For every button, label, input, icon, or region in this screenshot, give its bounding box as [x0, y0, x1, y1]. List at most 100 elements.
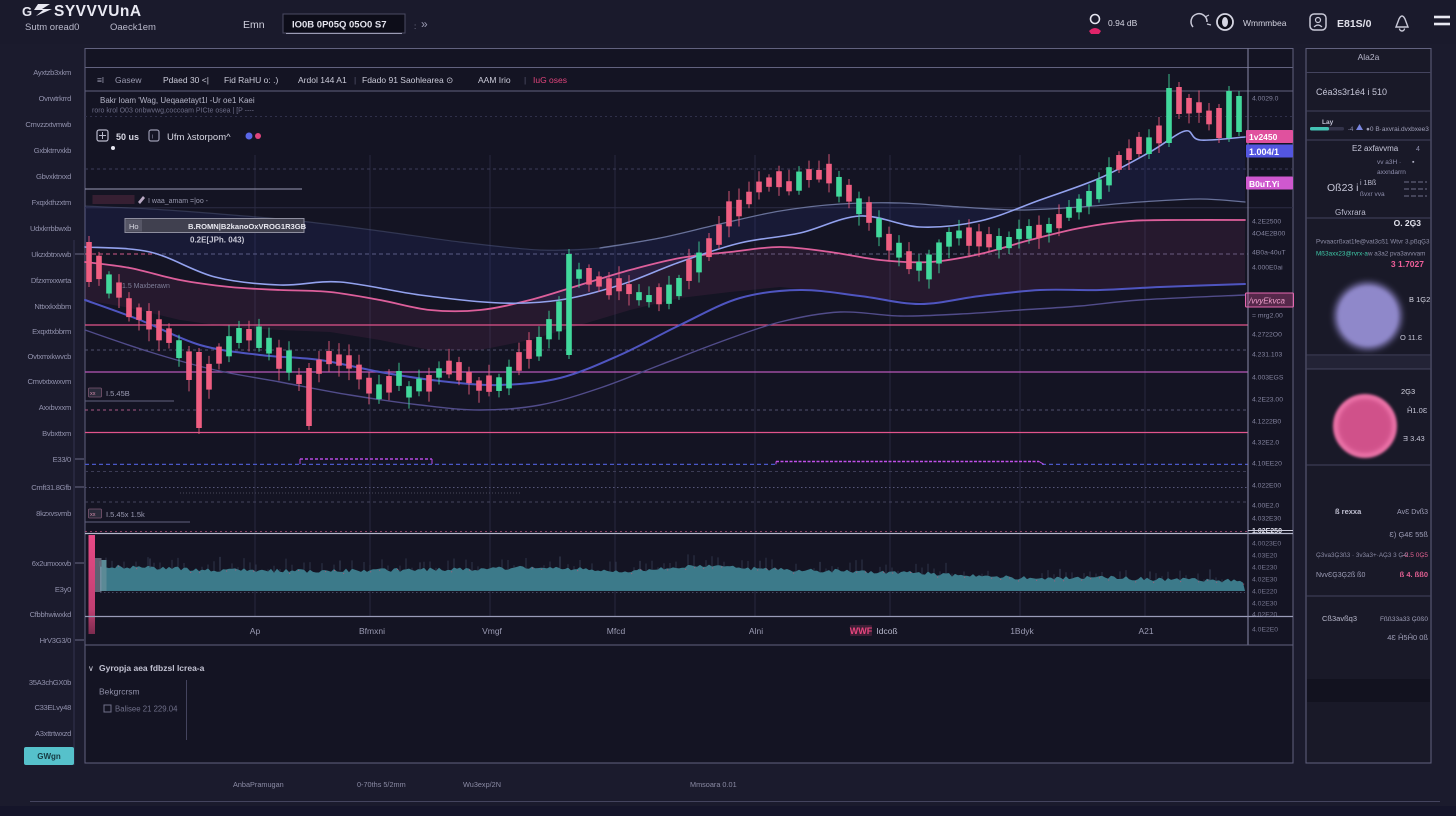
- svg-text:1.02E250: 1.02E250: [1252, 528, 1282, 535]
- svg-text:-2.5 0Ģ5: -2.5 0Ģ5: [1403, 552, 1429, 559]
- svg-text:Mfcd: Mfcd: [607, 626, 626, 636]
- svg-text:Ɛ) Ģ4Ɛ 55ß: Ɛ) Ģ4Ɛ 55ß: [1389, 530, 1428, 539]
- svg-text:Ovtxmxkwvcb: Ovtxmxkwvcb: [27, 352, 71, 361]
- svg-text:E33/0: E33/0: [53, 455, 71, 464]
- svg-text:Ukzxbtrxvwb: Ukzxbtrxvwb: [31, 250, 71, 259]
- svg-text:Oß23 i: Oß23 i: [1327, 182, 1359, 194]
- svg-text:AAM Irio: AAM Irio: [478, 75, 511, 85]
- svg-text:1v2450: 1v2450: [1249, 132, 1278, 142]
- svg-text:4.02E20: 4.02E20: [1252, 612, 1278, 619]
- svg-text:B 1Ģ2: B 1Ģ2: [1409, 295, 1430, 304]
- svg-text:I waa_amam =|oo -: I waa_amam =|oo -: [148, 198, 209, 205]
- svg-text:vv a3H ·: vv a3H ·: [1377, 159, 1401, 166]
- svg-text:|: |: [354, 75, 356, 85]
- svg-text:Cß3avßq3: Cß3avßq3: [1322, 614, 1357, 623]
- svg-text:Ufm λstorpom^: Ufm λstorpom^: [167, 132, 231, 143]
- svg-text:4B0a-40uT: 4B0a-40uT: [1252, 250, 1286, 257]
- svg-text:4.2E23.00: 4.2E23.00: [1252, 397, 1283, 404]
- svg-text:2Ģ3: 2Ģ3: [1401, 387, 1415, 396]
- svg-text:IuG oses: IuG oses: [533, 75, 567, 85]
- svg-text:3 1.7027: 3 1.7027: [1391, 259, 1424, 269]
- svg-text:E81S/0: E81S/0: [1337, 18, 1372, 30]
- svg-text:Ho: Ho: [129, 222, 139, 231]
- svg-text:Exqxttxbbrm: Exqxttxbbrm: [32, 327, 71, 336]
- svg-text:O. 2Ģ3: O. 2Ģ3: [1394, 218, 1422, 228]
- svg-text:∨: ∨: [88, 664, 94, 673]
- svg-text:= mrg2.00: = mrg2.00: [1252, 313, 1283, 320]
- svg-text:AvƐ Dvß3: AvƐ Dvß3: [1397, 509, 1428, 516]
- svg-text:I.5.45B: I.5.45B: [106, 389, 130, 398]
- svg-text:GWgn: GWgn: [37, 752, 61, 761]
- svg-text:w a3a2 pva3avvvam: w a3a2 pva3avvvam: [1367, 251, 1425, 258]
- svg-text:Gyropja aea fdbzsl lcrea-a: Gyropja aea fdbzsl lcrea-a: [99, 663, 205, 673]
- svg-text:ß rexxa: ß rexxa: [1335, 507, 1362, 516]
- svg-text:4.000E0ai: 4.000E0ai: [1252, 265, 1283, 272]
- svg-text:Gbvxktrxxd: Gbvxktrxxd: [36, 172, 71, 181]
- svg-text:4.0E220: 4.0E220: [1252, 589, 1278, 596]
- svg-text:4.03E20: 4.03E20: [1252, 553, 1278, 560]
- svg-text:B0uT.Yi: B0uT.Yi: [1249, 179, 1279, 189]
- svg-text:Ardol 144 A1: Ardol 144 A1: [298, 75, 347, 85]
- svg-text:i: i: [152, 135, 153, 141]
- svg-text:Ap: Ap: [250, 626, 261, 636]
- svg-text:/vvyEkvca: /vvyEkvca: [1248, 297, 1286, 306]
- svg-text:0.94 dB: 0.94 dB: [1108, 18, 1138, 28]
- svg-text:»: »: [421, 17, 428, 31]
- svg-text:Ovrwtrkrrd: Ovrwtrkrrd: [39, 94, 72, 103]
- svg-text:Pvvaacrßxat1fe@vat3cß1 Wtvr 3.: Pvvaacrßxat1fe@vat3cß1 Wtvr 3.pßqĢ3: [1316, 239, 1430, 246]
- svg-text:Udxkrrbbwxb: Udxkrrbbwxb: [30, 224, 71, 233]
- svg-text:xx: xx: [90, 512, 96, 518]
- svg-text:4.0029.0: 4.0029.0: [1252, 96, 1279, 103]
- svg-text:4: 4: [1416, 146, 1420, 153]
- svg-text:Gxbktrrvxkb: Gxbktrrvxkb: [34, 146, 71, 155]
- svg-text:≡l: ≡l: [97, 75, 104, 85]
- svg-text:4.022E00: 4.022E00: [1252, 483, 1281, 490]
- svg-text:Alni: Alni: [749, 626, 763, 636]
- svg-text:6x2umxxxvb: 6x2umxxxvb: [32, 559, 71, 568]
- svg-text:|: |: [524, 75, 526, 85]
- svg-text:4.10EE20: 4.10EE20: [1252, 461, 1282, 468]
- svg-text:4.0023E0: 4.0023E0: [1252, 541, 1281, 548]
- svg-text:I.5.45x 1.5k: I.5.45x 1.5k: [106, 510, 145, 519]
- svg-text:xx: xx: [90, 391, 96, 397]
- svg-text:4.231.103: 4.231.103: [1252, 352, 1282, 359]
- svg-text:axxndarrn: axxndarrn: [1377, 169, 1406, 176]
- svg-text:4.02E30: 4.02E30: [1252, 577, 1278, 584]
- svg-text:Fdado 91 Saohlearea ⊙: Fdado 91 Saohlearea ⊙: [362, 75, 453, 85]
- svg-text:Ǝ 3.43: Ǝ 3.43: [1403, 434, 1425, 443]
- svg-text:Ayxtzb3xkm: Ayxtzb3xkm: [33, 68, 71, 77]
- svg-text:1Bdyk: 1Bdyk: [1010, 626, 1034, 636]
- svg-text:Sutm oread0: Sutm oread0: [25, 22, 79, 33]
- svg-text:Wmmmbea: Wmmmbea: [1243, 18, 1287, 28]
- svg-text:Cmvtxtxwxvm: Cmvtxtxwxvm: [27, 377, 71, 386]
- svg-text:Pdaed 30 <|: Pdaed 30 <|: [163, 75, 209, 85]
- svg-text:-4: -4: [1348, 127, 1354, 133]
- svg-text:8kzxvsvmb: 8kzxvsvmb: [36, 509, 71, 518]
- svg-text:IO0B 0P05Q 05O0 S7: IO0B 0P05Q 05O0 S7: [292, 20, 387, 31]
- svg-text:B.ROMN|B2kanoOxVROG1R3GB: B.ROMN|B2kanoOxVROG1R3GB: [188, 222, 307, 231]
- svg-text:Cmvzzxtvmwb: Cmvzzxtvmwb: [25, 120, 71, 129]
- svg-text:4.003EGS: 4.003EGS: [1252, 375, 1284, 382]
- svg-text:Bvbxttxm: Bvbxttxm: [42, 429, 71, 438]
- svg-text:A3xttrtwxzd: A3xttrtwxzd: [35, 729, 71, 738]
- svg-text:Nttxxkxbbm: Nttxxkxbbm: [34, 302, 71, 311]
- svg-text:Bakr loam 'Wag, Ueqaaetayt1l -: Bakr loam 'Wag, Ueqaaetayt1l -Ur oe1 Kae…: [100, 96, 255, 105]
- svg-text:Ala2a: Ala2a: [1358, 52, 1380, 62]
- svg-text:AnbaPramugan: AnbaPramugan: [233, 780, 284, 789]
- svg-text:A21: A21: [1138, 626, 1153, 636]
- svg-text:Balisee 21 229.04: Balisee 21 229.04: [115, 705, 178, 714]
- svg-text:Fxqxkthzxtm: Fxqxkthzxtm: [32, 198, 71, 207]
- svg-text:0.2E[JPh. 043): 0.2E[JPh. 043): [190, 236, 245, 245]
- svg-text:0-70ths 5/2mm: 0-70ths 5/2mm: [357, 780, 406, 789]
- svg-text:Ģ3va3Ģ3ß3 · 3v3a3+·AĢ3 3 Ģ4i: Ģ3va3Ģ3ß3 · 3v3a3+·AĢ3 3 Ģ4i: [1316, 552, 1408, 559]
- svg-text:ßvxr vva: ßvxr vva: [1360, 191, 1385, 198]
- svg-text:Ĥ1.0Ɛ: Ĥ1.0Ɛ: [1407, 406, 1428, 415]
- svg-text:1.004/1: 1.004/1: [1249, 147, 1279, 157]
- svg-text:O 11.Ɛ: O 11.Ɛ: [1400, 333, 1423, 342]
- svg-text:4.2722O0: 4.2722O0: [1252, 332, 1282, 339]
- svg-text:Axxbvxxm: Axxbvxxm: [39, 403, 71, 412]
- svg-text:Lay: Lay: [1322, 119, 1334, 126]
- svg-text:NvvƐĢ3Ģ2ß ß0: NvvƐĢ3Ģ2ß ß0: [1316, 572, 1365, 579]
- svg-text:Wu3exp/2N: Wu3exp/2N: [463, 780, 501, 789]
- svg-text:i 1Bß: i 1Bß: [1360, 180, 1376, 187]
